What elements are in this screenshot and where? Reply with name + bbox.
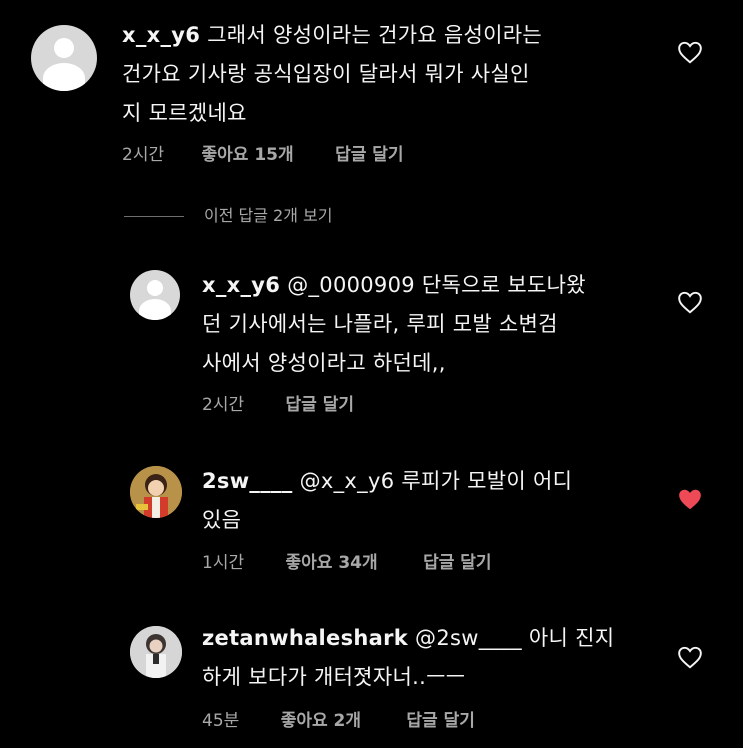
- heart-outline-icon[interactable]: [677, 645, 703, 669]
- comment-meta: 45분 좋아요 2개 답글 달기: [202, 706, 475, 731]
- comment-line: 던 기사에서는 나플라, 루피 모발 소변검: [202, 312, 558, 336]
- avatar[interactable]: [130, 466, 182, 518]
- likes-count[interactable]: 좋아요 2개: [281, 706, 361, 731]
- reply-item: zetanwhaleshark @2sw____ 아니 진지 하게 보다가 개터…: [0, 610, 743, 748]
- comment-text: x_x_y6 그래서 양성이라는 건가요 음성이라는 건가요 기사랑 공식입장이…: [122, 16, 652, 133]
- avatar[interactable]: [130, 626, 182, 678]
- reply-text: zetanwhaleshark @2sw____ 아니 진지 하게 보다가 개터…: [202, 619, 652, 697]
- heart-outline-icon[interactable]: [677, 40, 703, 64]
- comment-line: 건가요 기사랑 공식입장이 달라서 뭐가 사실인: [122, 62, 530, 86]
- cartoon-profile-photo-icon: [130, 466, 182, 518]
- reply-text: x_x_y6 @_0000909 단독으로 보도나왔 던 기사에서는 나플라, …: [202, 266, 652, 383]
- comment-line: 사에서 양성이라고 하던데,,: [202, 351, 446, 375]
- comment-line: 아니 진지: [528, 626, 615, 650]
- timestamp: 2시간: [122, 145, 165, 165]
- person-profile-photo-icon: [130, 626, 182, 678]
- reply-item: x_x_y6 @_0000909 단독으로 보도나왔 던 기사에서는 나플라, …: [0, 250, 743, 430]
- likes-count[interactable]: 좋아요 15개: [202, 140, 294, 165]
- heart-outline-icon[interactable]: [677, 290, 703, 314]
- comment-meta: 1시간 좋아요 34개 답글 달기: [202, 548, 492, 573]
- username[interactable]: x_x_y6: [122, 23, 200, 47]
- reply-button[interactable]: 답글 달기: [286, 390, 354, 415]
- heart-filled-icon[interactable]: [677, 487, 703, 511]
- avatar[interactable]: [130, 270, 180, 320]
- divider-line: [124, 216, 184, 217]
- timestamp: 2시간: [202, 395, 245, 415]
- reply-button[interactable]: 답글 달기: [335, 140, 403, 165]
- avatar[interactable]: [31, 25, 97, 91]
- reply-button[interactable]: 답글 달기: [423, 548, 491, 573]
- comment-line: 있음: [202, 508, 242, 532]
- view-previous-replies-label: 이전 답글 2개 보기: [204, 206, 333, 225]
- comment-item: x_x_y6 그래서 양성이라는 건가요 음성이라는 건가요 기사랑 공식입장이…: [0, 0, 743, 190]
- likes-count[interactable]: 좋아요 34개: [286, 548, 378, 573]
- comment-line: 루피가 모발이 어디: [401, 469, 573, 493]
- username[interactable]: 2sw____: [202, 469, 293, 493]
- comment-meta: 2시간 좋아요 15개 답글 달기: [122, 140, 404, 165]
- comment-line: 그래서 양성이라는 건가요 음성이라는: [207, 23, 543, 47]
- comment-line: 단독으로 보도나왔: [421, 273, 586, 297]
- comment-line: 지 모르겠네요: [122, 101, 247, 125]
- timestamp: 1시간: [202, 553, 245, 573]
- reply-item: 2sw____ @x_x_y6 루피가 모발이 어디 있음 1시간 좋아요 34…: [0, 450, 743, 600]
- username[interactable]: x_x_y6: [202, 273, 280, 297]
- mention-link[interactable]: @x_x_y6: [300, 469, 395, 493]
- reply-button[interactable]: 답글 달기: [406, 706, 474, 731]
- reply-text: 2sw____ @x_x_y6 루피가 모발이 어디 있음: [202, 462, 652, 540]
- comment-meta: 2시간 답글 달기: [202, 390, 354, 415]
- mention-link[interactable]: @_0000909: [287, 273, 415, 297]
- comment-line: 하게 보다가 개터졋자너..ㅡㅡ: [202, 665, 466, 689]
- username[interactable]: zetanwhaleshark: [202, 626, 408, 650]
- timestamp: 45분: [202, 711, 240, 731]
- mention-link[interactable]: @2sw____: [415, 626, 522, 650]
- view-previous-replies[interactable]: 이전 답글 2개 보기: [124, 202, 332, 226]
